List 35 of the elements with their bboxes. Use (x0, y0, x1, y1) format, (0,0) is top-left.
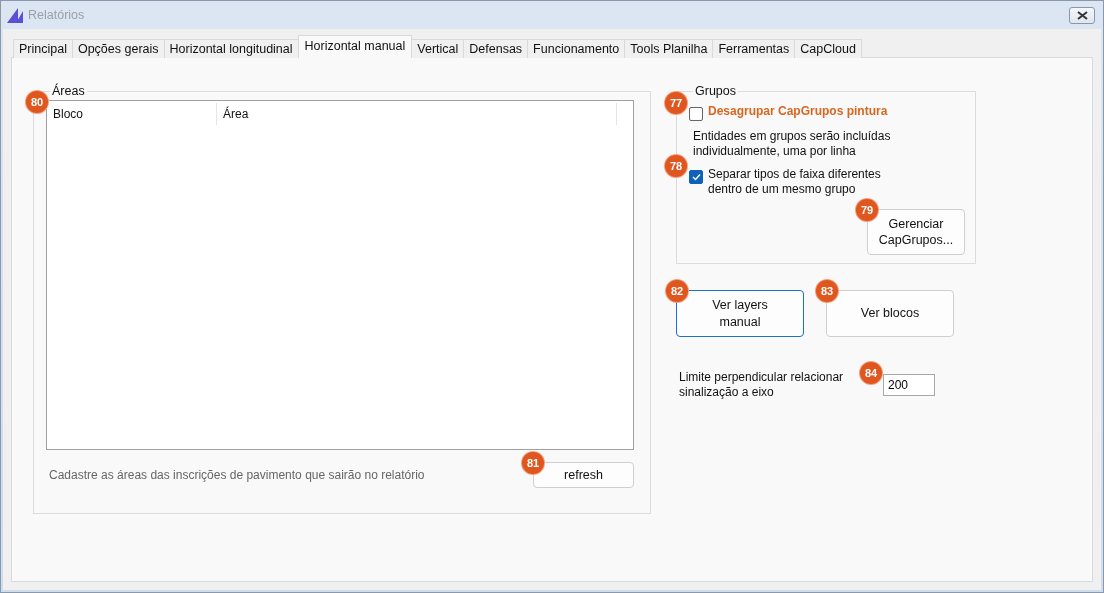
annotation-badge: 79 (856, 199, 878, 221)
annotation-badge: 82 (666, 280, 688, 302)
tab[interactable]: Horizontal longitudinal (163, 39, 299, 58)
tab[interactable]: CapCloud (794, 39, 862, 58)
tab[interactable]: Opções gerais (71, 39, 165, 58)
hint-text: Cadastre as áreas das inscrições de pavimento que sairão no relatório (49, 468, 425, 482)
tab[interactable]: Principal (13, 39, 73, 58)
tab[interactable]: Ferramentas (712, 39, 796, 58)
note-text: Entidades em grupos serão incluídas individualmente, uma por linha (693, 129, 892, 159)
checkbox[interactable] (689, 107, 703, 121)
checkmark-icon (691, 173, 701, 181)
annotation-badge: 80 (26, 91, 48, 113)
tab[interactable]: Vertical (411, 39, 465, 58)
tab[interactable]: Tools Planilha (624, 39, 714, 58)
annotation-badge: 77 (665, 92, 687, 114)
tab[interactable]: Defensas (463, 39, 529, 58)
close-button[interactable] (1069, 6, 1095, 24)
column-header[interactable]: Bloco (47, 103, 217, 125)
areas-list[interactable]: Bloco Área (46, 100, 634, 450)
column-header[interactable]: Área (217, 103, 617, 125)
checkbox-label[interactable]: Separar tipos de faixa diferentes dentro de um mesmo grupo (708, 167, 908, 197)
group-title: Áreas (51, 84, 86, 98)
close-icon (1076, 10, 1088, 20)
annotation-badge: 83 (816, 280, 838, 302)
limit-field[interactable]: 200 (883, 374, 935, 396)
annotation-badge: 84 (860, 362, 882, 384)
limit-label: Limite perpendicular relacionar sinalização a eixo (679, 370, 845, 400)
checkbox[interactable] (689, 170, 703, 184)
annotation-badge: 81 (522, 452, 544, 474)
tab[interactable]: Horizontal manual (297, 35, 413, 58)
tab[interactable]: Funcionamento (527, 39, 626, 58)
group-title: Grupos (694, 84, 737, 98)
annotation-badge: 78 (665, 155, 687, 177)
app-logo-icon (7, 7, 23, 23)
window-title: Relatórios (28, 8, 86, 22)
